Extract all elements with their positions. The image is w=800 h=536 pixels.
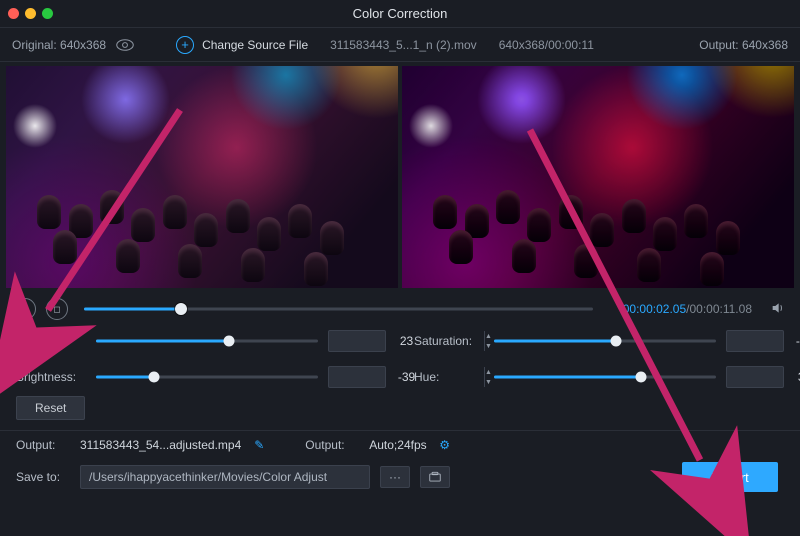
output-format-value: Auto;24fps: [369, 438, 426, 452]
add-icon[interactable]: +: [176, 36, 194, 54]
hue-value-stepper[interactable]: ▲▼: [726, 366, 784, 388]
time-current: 00:00:02.05: [623, 302, 686, 316]
reset-button[interactable]: Reset: [16, 396, 85, 420]
brightness-label: Brightness:: [16, 370, 86, 384]
toolbar: Original: 640x368 + Change Source File 3…: [0, 28, 800, 62]
output-dimensions-label: Output: 640x368: [699, 38, 788, 52]
volume-icon[interactable]: [770, 300, 786, 319]
play-button[interactable]: ▶: [14, 298, 36, 320]
window-title: Color Correction: [353, 6, 448, 21]
adjustment-panel: Contrast: ▲▼ Saturation: ▲▼ Brightness: …: [0, 322, 800, 394]
preview-original: [6, 66, 398, 288]
gear-icon[interactable]: ⚙: [437, 437, 453, 453]
save-path-value: /Users/ihappyacethinker/Movies/Color Adj…: [89, 470, 327, 484]
zoom-window-button[interactable]: [42, 8, 53, 19]
hue-slider[interactable]: [494, 370, 716, 384]
output-filename-row: Output: 311583443_54...adjusted.mp4 ✎ Ou…: [0, 431, 800, 459]
output-filename-label: Output:: [16, 438, 70, 452]
pencil-icon[interactable]: ✎: [251, 437, 267, 453]
output-format-label: Output:: [305, 438, 359, 452]
brightness-slider[interactable]: [96, 370, 318, 384]
contrast-slider[interactable]: [96, 334, 318, 348]
saturation-value-input[interactable]: [727, 331, 800, 351]
preview-compare: [0, 62, 800, 290]
eye-icon[interactable]: [116, 39, 134, 51]
stop-button[interactable]: ◻: [46, 298, 68, 320]
output-filename-value: 311583443_54...adjusted.mp4: [80, 438, 241, 452]
hue-label: Hue:: [414, 370, 484, 384]
save-path-field[interactable]: /Users/ihappyacethinker/Movies/Color Adj…: [80, 465, 370, 489]
change-source-file-button[interactable]: Change Source File: [202, 38, 308, 52]
brightness-value-stepper[interactable]: ▲▼: [328, 366, 386, 388]
source-filename: 311583443_5...1_n (2).mov: [330, 38, 477, 52]
contrast-label: Contrast:: [16, 334, 86, 348]
save-to-label: Save to:: [16, 470, 70, 484]
window-controls: [8, 8, 53, 19]
playback-bar: ▶ ◻ 00:00:02.05/00:00:11.08: [0, 290, 800, 322]
source-meta: 640x368/00:00:11: [499, 38, 594, 52]
save-to-row: Save to: /Users/ihappyacethinker/Movies/…: [0, 459, 800, 495]
hue-value-input[interactable]: [727, 367, 800, 387]
saturation-label: Saturation:: [414, 334, 484, 348]
original-dimensions-label: Original: 640x368: [12, 38, 106, 52]
titlebar: Color Correction: [0, 0, 800, 28]
seek-slider[interactable]: [84, 302, 593, 316]
saturation-slider[interactable]: [494, 334, 716, 348]
saturation-value-stepper[interactable]: ▲▼: [726, 330, 784, 352]
open-folder-button[interactable]: [420, 466, 450, 488]
minimize-window-button[interactable]: [25, 8, 36, 19]
browse-path-button[interactable]: ···: [380, 466, 410, 488]
time-total: 00:00:11.08: [689, 302, 752, 316]
export-button[interactable]: Export: [682, 462, 778, 492]
preview-adjusted: [402, 66, 794, 288]
timecode: 00:00:02.05/00:00:11.08: [623, 302, 752, 316]
close-window-button[interactable]: [8, 8, 19, 19]
contrast-value-stepper[interactable]: ▲▼: [328, 330, 386, 352]
